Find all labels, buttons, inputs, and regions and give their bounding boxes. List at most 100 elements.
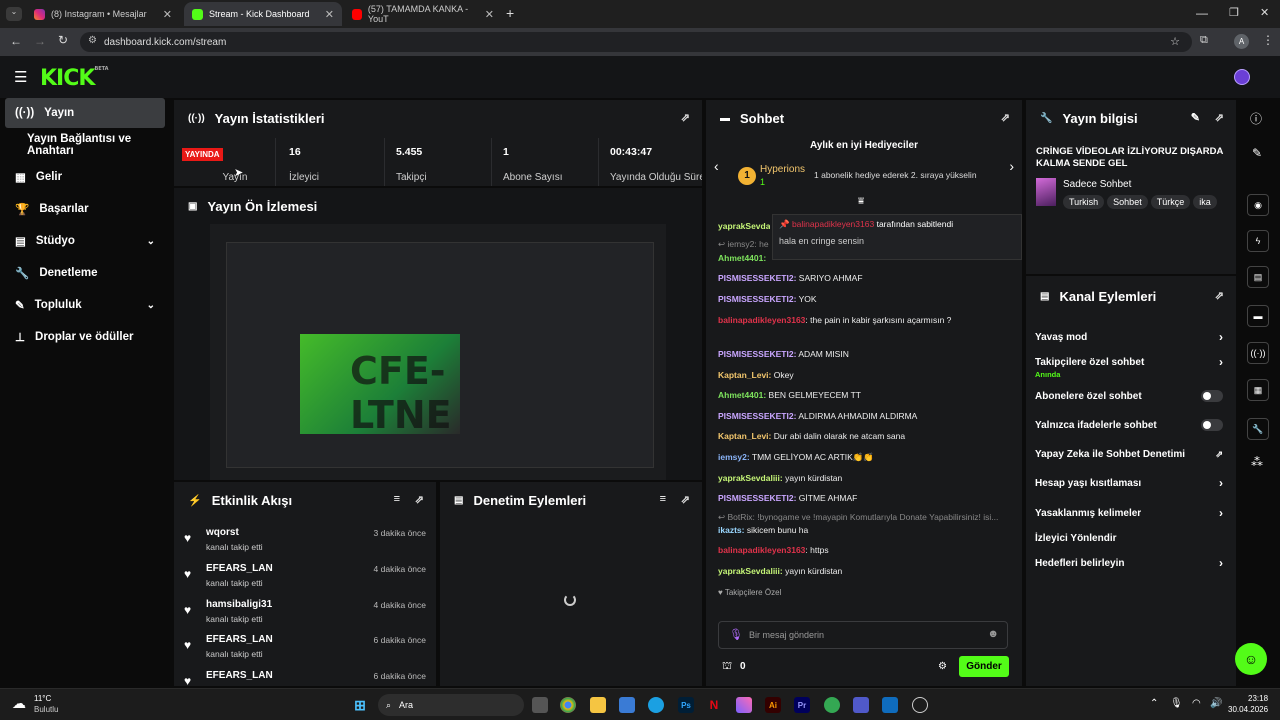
tag[interactable]: ika [1193,195,1217,209]
new-tab-button[interactable]: + [506,5,514,21]
tab-instagram[interactable]: (8) Instagram • Mesajlar ✕ [26,2,180,26]
url-input[interactable]: ⚙ dashboard.kick.com/stream ☆ [80,32,1192,52]
edit-icon[interactable]: ✎ [1252,146,1262,160]
sidebar-item-moderation[interactable]: 🔧 Denetleme [5,258,165,288]
stream-preview-video[interactable]: CFE- LTNE [210,224,666,480]
chat-username[interactable]: Ahmet4401: [718,390,766,400]
close-icon[interactable]: ✕ [325,8,334,21]
tag[interactable]: Sohbet [1107,195,1148,209]
action-banned-words[interactable]: Yasaklanmış kelimeler › [1035,502,1225,524]
action-raid[interactable]: İzleyici Yönlendir [1035,527,1225,549]
clock-time[interactable]: 23:18 [1248,694,1268,703]
user-avatar[interactable] [1234,69,1250,85]
weather-icon[interactable]: ☁ [12,695,26,712]
edit-icon[interactable]: ✎ [1191,111,1200,124]
toggle-switch[interactable] [1201,419,1223,431]
maximize-icon[interactable]: ❐ [1229,6,1239,19]
help-chat-button[interactable]: ☺ [1235,643,1267,675]
toggle-switch[interactable] [1201,390,1223,402]
premiere-icon[interactable]: Pr [794,697,810,713]
app-icon[interactable] [912,697,928,713]
channel-icon[interactable]: ▦ [1247,379,1269,401]
chrome-icon[interactable] [560,697,576,713]
task-view-icon[interactable] [532,697,548,713]
points-icon[interactable]: ⛫ [722,660,732,674]
chat-username[interactable]: yaprakSevdaliii: [718,221,770,231]
chat-username[interactable]: PISMISESSEKETI2: [718,349,796,359]
forward-icon[interactable]: → [34,34,46,48]
photoshop-icon[interactable]: Ps [678,697,694,713]
bookmark-star-icon[interactable]: ☆ [1170,35,1180,48]
extensions-icon[interactable]: ⧉ [1200,34,1208,47]
outlook-icon[interactable] [882,697,898,713]
clock-date[interactable]: 30.04.2026 [1228,705,1268,714]
reload-icon[interactable]: ↻ [58,33,68,47]
popout-icon[interactable]: ⇗ [1215,111,1224,124]
info-icon[interactable]: ⓘ [1250,110,1262,127]
action-goals[interactable]: Hedefleri belirleyin › [1035,552,1225,574]
event-user[interactable]: EFEARS_LAN [206,563,273,574]
chat-username[interactable]: Kaptan_Levi: [718,370,771,380]
illustrator-icon[interactable]: Ai [765,697,781,713]
chevron-left-icon[interactable]: ‹ [714,158,719,174]
tab-search-icon[interactable]: ⌄ [6,7,22,21]
action-subscribers-only[interactable]: Abonelere özel sohbet [1035,385,1225,407]
action-ai-moderation[interactable]: Yapay Zeka ile Sohbet Denetimi ⇗ [1035,443,1225,465]
more-apps-icon[interactable]: ⁂ [1251,455,1263,469]
sidebar-item-stream[interactable]: ((·)) Yayın [5,98,165,128]
sidebar-item-revenue[interactable]: ▦ Gelir [5,162,165,192]
filter-icon[interactable]: ≡ [660,493,666,505]
chat-username[interactable]: balinapadikleyen3163 [718,315,805,325]
event-user[interactable]: hamsibaligi31 [206,599,272,610]
chat-username[interactable]: yaprakSevdaliii: [718,473,783,483]
wifi-icon[interactable]: ◠ [1192,698,1201,709]
event-user[interactable]: EFEARS_LAN [206,670,273,681]
edge-icon[interactable] [648,697,664,713]
windows-start-icon[interactable]: ⊞ [352,697,368,713]
file-explorer-icon[interactable] [590,697,606,713]
action-slow-mode[interactable]: Yavaş mod › [1035,326,1225,348]
chat-username[interactable]: yaprakSevdaliii: [718,566,783,576]
sidebar-item-drops[interactable]: ⊥ Droplar ve ödüller [5,322,165,352]
microphone-icon[interactable]: 🎙 [729,628,743,641]
microphone-icon[interactable]: 🎙 [1170,698,1183,709]
event-user[interactable]: wqorst [206,527,239,538]
emoji-icon[interactable]: ☻ [987,628,999,640]
camera-icon[interactable]: ◉ [1247,194,1269,216]
copilot-icon[interactable] [736,697,752,713]
clipboard-icon[interactable]: ▤ [1247,266,1269,288]
netflix-icon[interactable]: N [706,697,722,713]
popout-icon[interactable]: ⇗ [681,111,690,124]
send-button[interactable]: Gönder [959,656,1009,677]
category-name[interactable]: Sadece Sohbet [1063,179,1131,190]
sidebar-item-community[interactable]: ✎ Topluluk ⌄ [5,290,165,320]
chat-username[interactable]: ikazts: [718,525,744,535]
wrench-icon[interactable]: 🔧 [1247,418,1269,440]
chat-icon[interactable]: ▬ [1247,305,1269,327]
close-icon[interactable]: ✕ [163,8,172,21]
sidebar-item-achievements[interactable]: 🏆 Başarılar [5,194,165,224]
chat-username[interactable]: balinapadikleyen3163 [718,545,805,555]
chat-input-box[interactable]: 🎙 Bir mesaj gönderin ☻ [718,621,1008,649]
chat-settings-icon[interactable]: ⚙ [938,661,947,672]
store-icon[interactable] [619,697,635,713]
site-info-icon[interactable]: ⚙ [88,35,97,46]
browser-menu-icon[interactable]: ⋮ [1262,33,1274,47]
hamburger-menu-icon[interactable]: ☰ [14,68,27,86]
tab-youtube[interactable]: (57) TAMAMDA KANKA - YouT ✕ [344,2,502,26]
action-account-age[interactable]: Hesap yaşı kısıtlaması › [1035,472,1225,494]
tab-kick-dashboard[interactable]: Stream - Kick Dashboard ✕ [184,2,342,26]
chat-username[interactable]: iemsy2: [718,452,750,462]
teams-icon[interactable] [853,697,869,713]
event-user[interactable]: EFEARS_LAN [206,634,273,645]
chat-username[interactable]: PISMISESSEKETI2: [718,294,796,304]
bolt-icon[interactable]: ϟ [1247,230,1269,252]
taskbar-search[interactable]: ⌕ Ara [378,694,524,716]
close-icon[interactable]: ✕ [485,8,494,21]
action-emotes-only[interactable]: Yalnızca ifadelerle sohbet [1035,414,1225,436]
chat-username[interactable]: PISMISESSEKETI2: [718,493,796,503]
profile-avatar[interactable]: A [1234,34,1249,49]
popout-icon[interactable]: ⇗ [415,493,424,506]
kick-logo[interactable]: KICKBETA [40,66,109,91]
tag[interactable]: Türkçe [1150,195,1191,209]
